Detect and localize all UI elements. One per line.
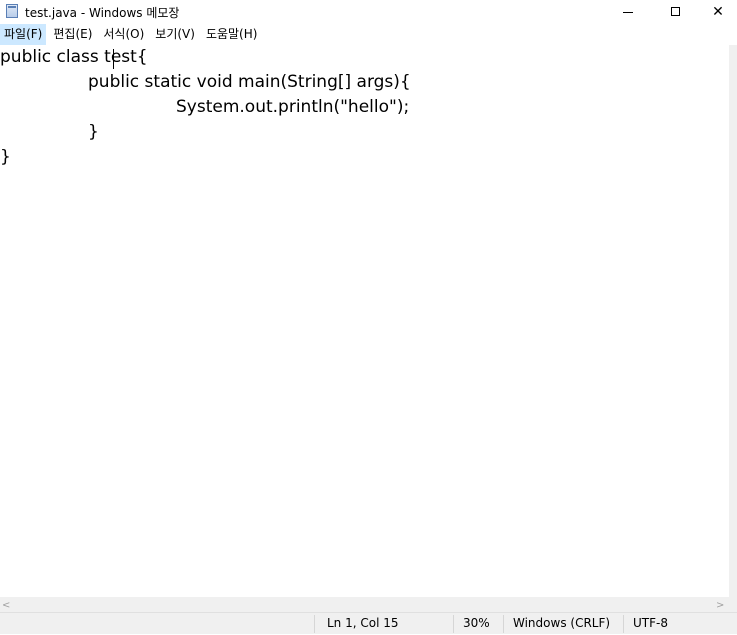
code-line: public static void main(String[] args){ [0, 72, 411, 92]
text-editor[interactable]: public class test{ public static void ma… [0, 45, 729, 597]
zoom-level: 30% [463, 616, 490, 630]
menu-edit[interactable]: 편집(E) [49, 24, 96, 45]
vertical-scrollbar[interactable] [729, 45, 737, 597]
scroll-right-icon[interactable]: > [716, 600, 724, 611]
text-caret [113, 49, 114, 69]
code-line: } [0, 147, 11, 167]
line-ending: Windows (CRLF) [513, 616, 611, 630]
code-line: System.out.println("hello"); [0, 97, 410, 117]
menu-view[interactable]: 보기(V) [151, 24, 199, 45]
menu-help[interactable]: 도움말(H) [202, 24, 262, 45]
status-divider [314, 615, 315, 633]
minimize-icon [623, 11, 633, 13]
menu-format[interactable]: 서식(O) [99, 24, 148, 45]
scroll-left-icon[interactable]: < [2, 600, 10, 611]
horizontal-scrollbar[interactable]: < > [0, 597, 737, 612]
code-line: public class test{ [0, 47, 148, 67]
maximize-icon [670, 7, 680, 16]
close-button[interactable]: ✕ [699, 0, 737, 23]
cursor-position: Ln 1, Col 15 [327, 616, 399, 630]
status-bar: Ln 1, Col 15 30% Windows (CRLF) UTF-8 [0, 612, 737, 634]
status-divider [623, 615, 624, 633]
minimize-button[interactable] [605, 0, 651, 23]
code-line: } [0, 122, 99, 142]
menu-bar: 파일(F) 편집(E) 서식(O) 보기(V) 도움말(H) [0, 24, 737, 45]
editor-content[interactable]: public class test{ public static void ma… [0, 45, 729, 170]
close-icon: ✕ [712, 3, 724, 20]
menu-file[interactable]: 파일(F) [0, 24, 47, 45]
status-divider [453, 615, 454, 633]
encoding: UTF-8 [633, 616, 668, 630]
window-title: test.java - Windows 메모장 [25, 6, 180, 20]
notepad-icon [6, 4, 18, 18]
maximize-button[interactable] [652, 0, 698, 23]
title-bar: test.java - Windows 메모장 ✕ [0, 0, 737, 23]
status-divider [503, 615, 504, 633]
